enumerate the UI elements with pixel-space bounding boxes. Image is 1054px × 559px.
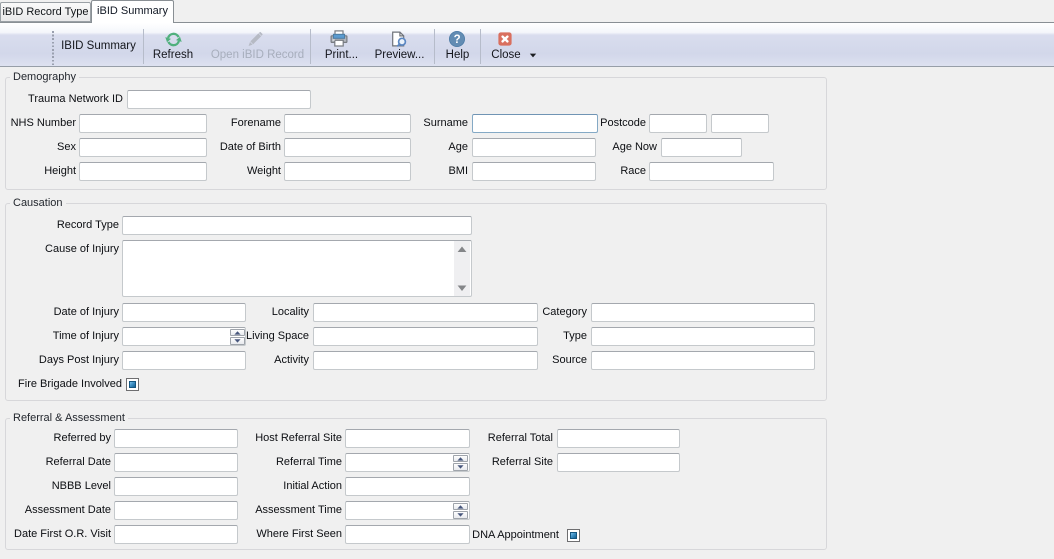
svg-text:?: ? <box>454 34 461 46</box>
